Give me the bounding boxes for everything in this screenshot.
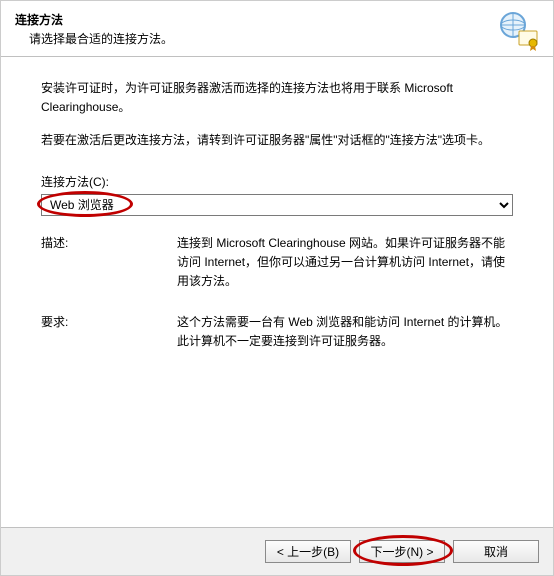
requirement-row: 要求: 这个方法需要一台有 Web 浏览器和能访问 Internet 的计算机。… <box>41 313 513 351</box>
description-row: 描述: 连接到 Microsoft Clearinghouse 网站。如果许可证… <box>41 234 513 292</box>
connection-method-select[interactable]: Web 浏览器 <box>41 194 513 216</box>
requirement-label: 要求: <box>41 313 177 351</box>
page-title: 连接方法 <box>15 11 173 28</box>
method-select-wrap: Web 浏览器 <box>41 194 513 216</box>
cancel-button[interactable]: 取消 <box>453 540 539 563</box>
back-button[interactable]: < 上一步(B) <box>265 540 351 563</box>
next-button-wrap: 下一步(N) > <box>359 540 445 563</box>
wizard-footer: < 上一步(B) 下一步(N) > 取消 <box>1 527 553 575</box>
wizard-content: 安装许可证时，为许可证服务器激活而选择的连接方法也将用于联系 Microsoft… <box>1 57 553 384</box>
next-button[interactable]: 下一步(N) > <box>359 540 445 563</box>
certificate-icon <box>499 11 539 51</box>
description-value: 连接到 Microsoft Clearinghouse 网站。如果许可证服务器不… <box>177 234 513 292</box>
page-subtitle: 请选择最合适的连接方法。 <box>29 30 173 47</box>
note-text: 若要在激活后更改连接方法，请转到许可证服务器"属性"对话框的"连接方法"选项卡。 <box>41 131 513 150</box>
method-label: 连接方法(C): <box>41 173 513 190</box>
requirement-value: 这个方法需要一台有 Web 浏览器和能访问 Internet 的计算机。此计算机… <box>177 313 513 351</box>
intro-text: 安装许可证时，为许可证服务器激活而选择的连接方法也将用于联系 Microsoft… <box>41 79 513 117</box>
wizard-header: 连接方法 请选择最合适的连接方法。 <box>1 1 553 57</box>
header-text-block: 连接方法 请选择最合适的连接方法。 <box>15 11 173 47</box>
description-label: 描述: <box>41 234 177 292</box>
